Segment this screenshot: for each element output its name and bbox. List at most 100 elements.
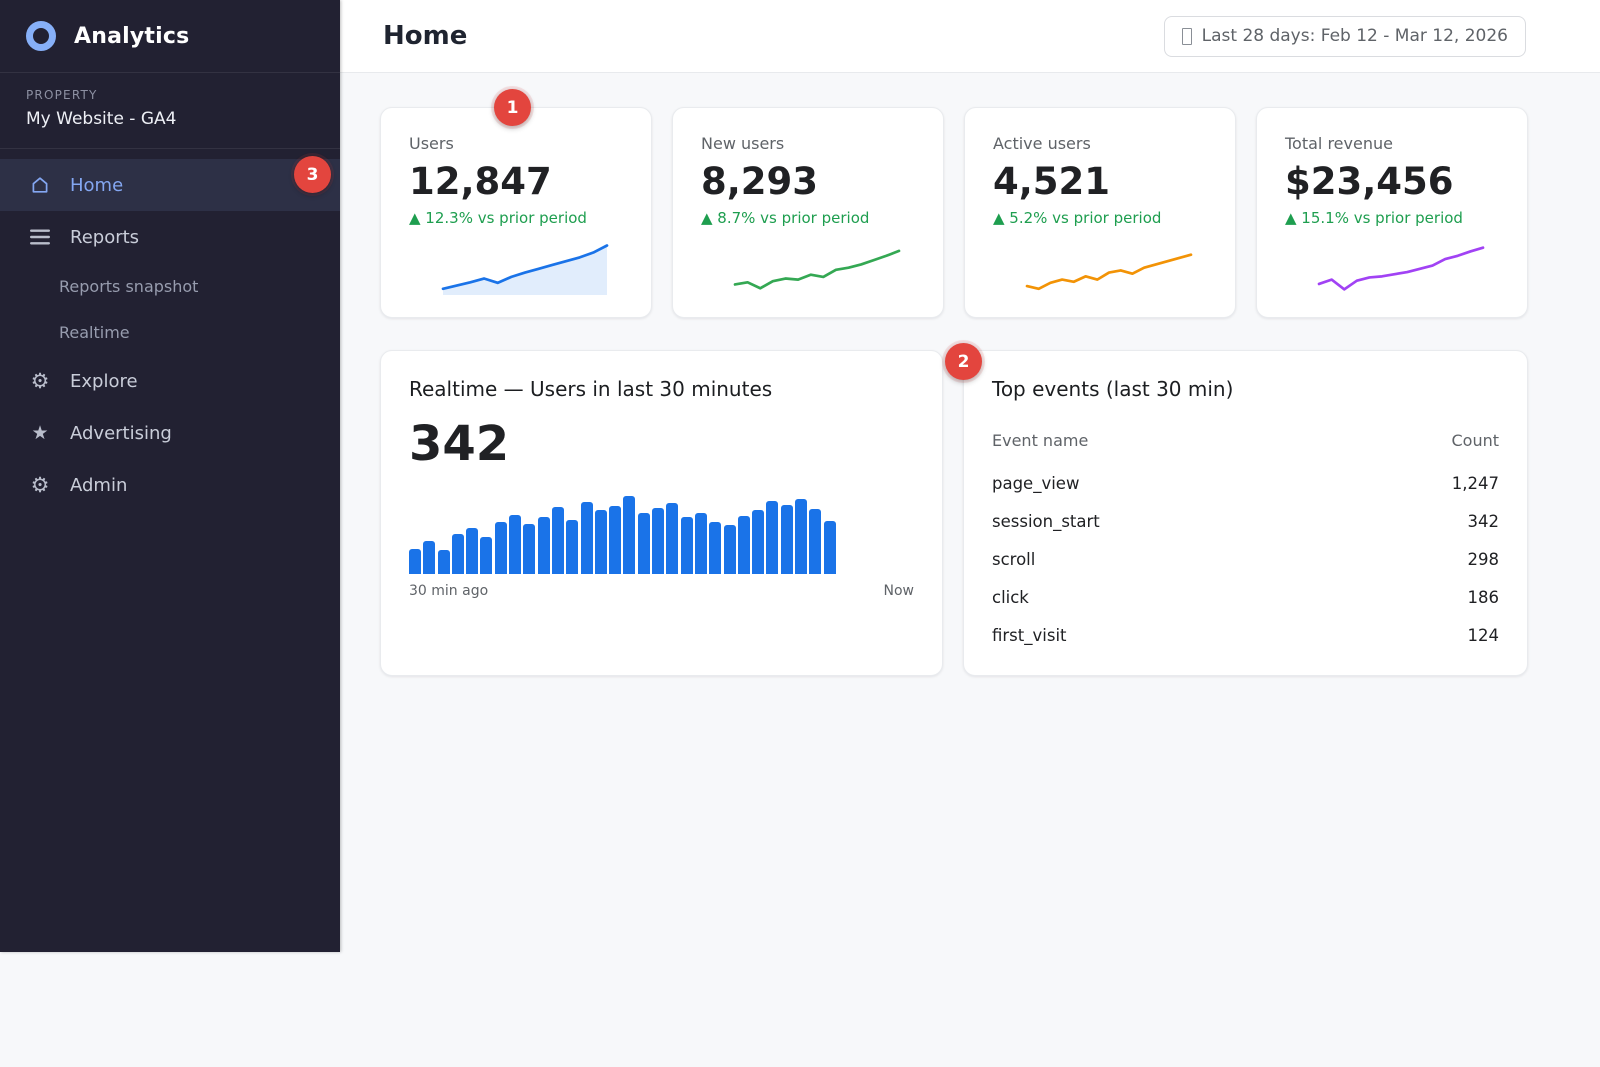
table-row: session_start 342 <box>992 502 1499 540</box>
sidebar-item-label: Advertising <box>70 422 172 444</box>
column-header-event-name: Event name <box>992 431 1089 450</box>
realtime-bar <box>752 510 765 575</box>
kpi-card-new-users: New users 8,293 ▲ 8.7% vs prior period <box>672 107 944 318</box>
table-header-row: Event name Count <box>992 425 1499 464</box>
realtime-bar <box>766 500 779 575</box>
table-row: first_visit 124 <box>992 616 1499 654</box>
realtime-bar <box>523 523 536 575</box>
realtime-bar <box>823 521 836 575</box>
property-label: PROPERTY <box>26 88 98 102</box>
calendar-placeholder-icon <box>1181 27 1192 45</box>
event-name-cell: session_start <box>992 511 1100 531</box>
page-title: Home <box>383 21 468 51</box>
realtime-bar <box>437 550 450 575</box>
sidebar-item-label: Home <box>70 174 124 196</box>
kpi-value: $23,456 <box>1285 160 1454 203</box>
date-range-label: Last 28 days: Feb 12 - Mar 12, 2026 <box>1201 26 1508 46</box>
sidebar-item-home[interactable]: Home 3 <box>0 156 340 211</box>
realtime-bar <box>709 522 722 575</box>
app-title: Analytics <box>74 23 190 49</box>
sidebar-item-label: Admin <box>70 474 128 496</box>
kpi-label: Users <box>409 134 454 153</box>
column-header-count: Count <box>1451 431 1499 450</box>
step-badge-1: 1 <box>494 89 531 126</box>
top-events-title: Top events (last 30 min) <box>992 377 1234 401</box>
home-icon <box>30 175 50 195</box>
axis-label-left: 30 min ago <box>409 583 489 600</box>
sidebar-item-label: Reports snapshot <box>59 276 199 296</box>
sidebar-item-admin[interactable]: ⚙ Admin <box>0 459 340 511</box>
menu-icon <box>30 229 50 245</box>
sidebar: Analytics PROPERTY My Website - GA4 Home… <box>0 0 340 952</box>
sidebar-item-explore[interactable]: ⚙ Explore <box>0 355 340 407</box>
kpi-card-total-revenue: Total revenue $23,456 ▲ 15.1% vs prior per… <box>1256 107 1528 318</box>
gear-icon: ⚙ <box>30 368 50 393</box>
property-selector[interactable]: PROPERTY My Website - GA4 <box>0 73 340 149</box>
realtime-bar <box>694 512 707 575</box>
event-name-cell: click <box>992 587 1029 607</box>
axis-label-right: Now <box>883 583 915 600</box>
realtime-bar <box>494 522 507 575</box>
kpi-delta: ▲ 15.1% vs prior period <box>1285 209 1463 228</box>
realtime-bar <box>737 515 750 575</box>
realtime-bar <box>652 507 665 575</box>
event-count-cell: 342 <box>1467 511 1500 531</box>
event-count-cell: 298 <box>1467 549 1500 569</box>
event-name-cell: first_visit <box>992 625 1067 645</box>
content: 1 Users 12,847 ▲ 12.3% vs prior period New u… <box>340 73 1528 676</box>
event-name-cell: scroll <box>992 549 1036 569</box>
realtime-bar <box>609 506 622 575</box>
kpi-sparkline <box>735 239 899 295</box>
table-row: click 186 <box>992 578 1499 616</box>
realtime-bar <box>537 517 550 575</box>
realtime-bar <box>551 507 564 575</box>
realtime-bar <box>480 536 493 575</box>
sidebar-item-label: Explore <box>70 370 138 392</box>
step-badge-3: 3 <box>294 156 331 193</box>
table-row: page_view 1,247 <box>992 464 1499 502</box>
sidebar-item-realtime[interactable]: Realtime <box>0 309 340 355</box>
event-count-cell: 1,247 <box>1451 473 1499 493</box>
top-bar: Home Last 28 days: Feb 12 - Mar 12, 2026 <box>340 0 1600 73</box>
kpi-delta: ▲ 12.3% vs prior period <box>409 209 587 228</box>
page: Analytics PROPERTY My Website - GA4 Home… <box>0 0 1600 1067</box>
kpi-row: 1 Users 12,847 ▲ 12.3% vs prior period New u… <box>380 89 1528 318</box>
kpi-label: Active users <box>993 134 1091 153</box>
kpi-card-users: 1 Users 12,847 ▲ 12.3% vs prior period <box>380 89 652 318</box>
kpi-value: 4,521 <box>993 160 1111 203</box>
kpi-sparkline <box>1319 239 1483 295</box>
realtime-bar <box>451 534 464 575</box>
event-count-cell: 186 <box>1467 587 1500 607</box>
realtime-bar <box>594 510 607 575</box>
main-area: Home Last 28 days: Feb 12 - Mar 12, 2026… <box>340 0 1600 676</box>
realtime-bar <box>623 495 636 575</box>
app-logo: Analytics <box>0 0 340 73</box>
realtime-bar-chart <box>409 494 836 575</box>
realtime-card: Realtime — Users in last 30 minutes 342 … <box>380 350 943 676</box>
date-range-button[interactable]: Last 28 days: Feb 12 - Mar 12, 2026 <box>1163 15 1526 57</box>
star-icon: ★ <box>31 421 49 444</box>
realtime-bar <box>666 503 679 575</box>
kpi-delta: ▲ 5.2% vs prior period <box>993 209 1162 228</box>
property-name: My Website - GA4 <box>26 109 177 129</box>
realtime-bar <box>809 508 822 575</box>
table-row: scroll 298 <box>992 540 1499 578</box>
realtime-bar <box>795 499 808 575</box>
sidebar-item-label: Reports <box>70 226 140 248</box>
kpi-value: 8,293 <box>701 160 819 203</box>
realtime-bar <box>780 505 793 575</box>
kpi-label: New users <box>701 134 785 153</box>
kpi-label: Total revenue <box>1285 134 1393 153</box>
kpi-delta: ▲ 8.7% vs prior period <box>701 209 870 228</box>
sidebar-item-reports-snapshot[interactable]: Reports snapshot <box>0 263 340 309</box>
top-events-card: 2 Top events (last 30 min) Event name Cou… <box>945 343 1528 676</box>
kpi-value: 12,847 <box>409 160 552 203</box>
sidebar-item-advertising[interactable]: ★ Advertising <box>0 407 340 459</box>
realtime-bar <box>409 548 421 575</box>
kpi-sparkline <box>1027 239 1191 295</box>
realtime-bar <box>509 515 522 575</box>
sidebar-item-reports[interactable]: Reports <box>0 211 340 263</box>
gear-icon: ⚙ <box>30 472 50 497</box>
realtime-bar <box>423 541 436 575</box>
step-badge-2: 2 <box>945 343 982 380</box>
